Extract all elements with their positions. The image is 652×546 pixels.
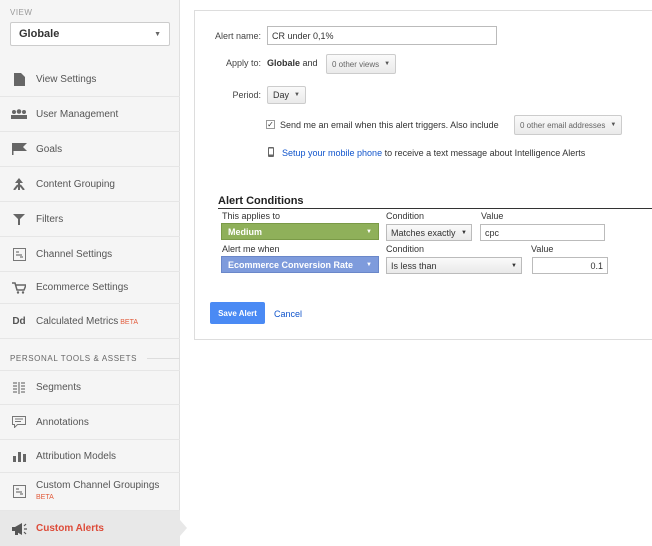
sidebar-item-user-management[interactable]: User Management [0,97,180,132]
cancel-link[interactable]: Cancel [274,309,302,319]
other-views-label: 0 other views [332,59,380,69]
chevron-down-icon: ▼ [610,122,617,128]
sidebar-item-custom-alerts[interactable]: Custom Alerts [0,511,180,546]
mobile-text: to receive a text message about Intellig… [384,148,586,158]
alert-name-input[interactable] [267,26,497,45]
view-select-value: Globale [19,28,60,40]
other-emails-label: 0 other email addresses [520,120,606,130]
value-label: Value [481,211,504,221]
cart-icon [6,281,32,294]
alert-name-label: Alert name: [214,31,261,41]
grouping-icon [6,178,32,190]
sidebar-item-label: Custom Alerts [36,523,104,534]
chevron-down-icon: ▼ [511,262,517,269]
sidebar-item-label-wrap: Custom Channel Groupings BETA [36,480,159,503]
metric-select[interactable]: Ecommerce Conversion Rate ▼ [221,256,379,273]
alert-when-label: Alert me when [222,244,280,254]
sidebar-item-label: Channel Settings [36,248,113,260]
view-select[interactable]: Globale ▼ [10,22,170,46]
metric-condition-select[interactable]: Is less than ▼ [386,257,522,274]
applies-to-label: This applies to [222,211,281,221]
bar-chart-icon [6,450,32,462]
sidebar-item-label: Custom Channel Groupings [36,480,160,491]
dimension-condition-value: Matches exactly [391,227,456,238]
megaphone-icon [6,522,32,535]
sidebar-item-label: Segments [36,382,82,393]
sidebar-item-filters[interactable]: Filters [0,202,180,237]
period-label: Period: [232,90,261,100]
users-icon [6,109,32,119]
period-dropdown[interactable]: Day ▼ [267,86,306,104]
sidebar-item-channel-settings[interactable]: Channel Settings [0,237,180,272]
other-views-dropdown[interactable]: 0 other views ▼ [326,54,397,74]
sidebar-item-ecommerce-settings[interactable]: Ecommerce Settings [0,272,180,304]
flag-icon [6,143,32,155]
document-icon [6,72,32,86]
period-value: Day [273,90,290,100]
apply-to-and: and [302,58,318,68]
dimension-condition-select[interactable]: Matches exactly ▼ [386,224,472,241]
sidebar-item-label: Content Grouping [36,178,115,190]
sidebar-item-content-grouping[interactable]: Content Grouping [0,167,180,202]
sidebar-item-label-wrap: Calculated Metrics BETA [36,316,138,327]
sidebar-item-label: Goals [36,143,63,155]
metric-condition-value: Is less than [391,260,437,271]
alert-form-card [194,10,652,340]
mobile-row: Setup your mobile phone to receive a tex… [282,148,585,158]
sidebar-item-label: Filters [36,213,64,225]
sidebar-item-view-settings[interactable]: View Settings [0,62,180,97]
condition-label: Condition [386,211,425,221]
alert-conditions-title: Alert Conditions [218,195,304,207]
other-emails-dropdown[interactable]: 0 other email addresses ▼ [514,115,623,135]
dimension-value: Medium [228,226,263,237]
channel-icon [6,247,32,261]
view-label: VIEW [10,8,33,17]
sidebar-item-label: Calculated Metrics [36,315,119,327]
chevron-down-icon: ▼ [384,61,391,67]
apply-to-text: Globale and [267,58,318,68]
sidebar-item-label: Ecommerce Settings [36,282,129,293]
sidebar-item-label: Attribution Models [36,450,117,462]
sidebar-item-label: View Settings [36,73,97,85]
dimension-select[interactable]: Medium ▼ [221,223,379,240]
section-header-label: PERSONAL TOOLS & ASSETS [10,354,138,363]
metric-value-label: Value [531,244,554,254]
dd-icon: Dd [12,315,26,327]
sidebar-item-label: User Management [36,108,119,120]
setup-mobile-link[interactable]: Setup your mobile phone [282,148,382,158]
sidebar-item-attribution-models[interactable]: Attribution Models [0,440,180,473]
metric-condition-label: Condition [386,244,425,254]
metric-value: Ecommerce Conversion Rate [228,259,354,270]
apply-to-view: Globale [267,58,301,68]
metric-value-input[interactable] [532,257,608,274]
section-divider [147,358,180,359]
section-header-personal-tools: PERSONAL TOOLS & ASSETS [10,354,180,363]
filter-icon [6,213,32,225]
chevron-down-icon: ▼ [154,30,161,38]
apply-to-label: Apply to: [225,58,261,68]
email-text: Send me an email when this alert trigger… [280,120,499,130]
beta-badge: BETA [36,494,54,501]
conditions-divider [218,208,652,209]
chevron-down-icon: ▼ [366,261,372,268]
email-checkbox[interactable]: ✓ [266,120,275,129]
sidebar-item-segments[interactable]: Segments [0,370,180,405]
chevron-down-icon: ▼ [294,92,300,98]
admin-sidebar: VIEW Globale ▼ View Settings User Manage… [0,0,180,546]
beta-badge: BETA [120,318,139,326]
sidebar-item-goals[interactable]: Goals [0,132,180,167]
phone-icon [268,147,274,160]
chevron-down-icon: ▼ [366,228,372,235]
chevron-down-icon: ▼ [461,229,467,236]
segments-icon [6,381,32,394]
channel-icon [6,485,32,498]
annotation-icon [6,416,32,428]
sidebar-item-label: Annotations [36,416,89,428]
dimension-value-input[interactable] [480,224,605,241]
sidebar-item-annotations[interactable]: Annotations [0,405,180,440]
sidebar-item-custom-channel-groupings[interactable]: Custom Channel Groupings BETA [0,473,180,511]
sidebar-item-calculated-metrics[interactable]: Dd Calculated Metrics BETA [0,304,180,339]
active-item-pointer [180,520,187,536]
save-alert-button[interactable]: Save Alert [210,302,265,324]
